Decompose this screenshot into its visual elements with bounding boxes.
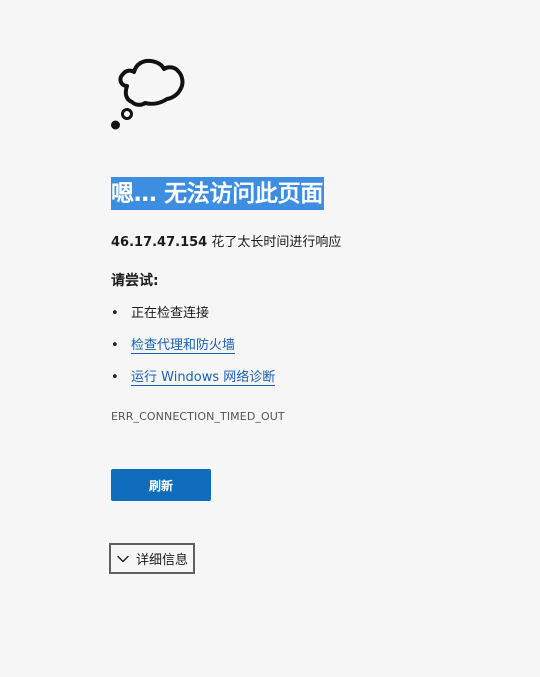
check-proxy-firewall-link[interactable]: 检查代理和防火墙 — [131, 338, 236, 354]
try-heading: 请尝试: — [111, 273, 159, 289]
chevron-down-icon — [117, 555, 129, 562]
error-code: ERR_CONNECTION_TIMED_OUT — [111, 410, 285, 423]
suggestion-network-diagnostics: • 运行 Windows 网络诊断 — [111, 368, 276, 400]
refresh-button[interactable]: 刷新 — [111, 469, 211, 501]
thought-cloud-icon — [111, 58, 185, 130]
suggestion-label: 正在检查连接 — [131, 306, 210, 321]
bullet-marker: • — [111, 306, 119, 321]
host-address: 46.17.47.154 — [111, 235, 208, 250]
network-diagnostics-link[interactable]: 运行 Windows 网络诊断 — [131, 370, 276, 386]
suggestion-list: • 正在检查连接 • 检查代理和防火墙 • 运行 Windows 网络诊断 — [111, 304, 276, 400]
suggestion-check-proxy-firewall: • 检查代理和防火墙 — [111, 336, 275, 368]
summary-text: 花了太长时间进行响应 — [207, 235, 342, 250]
bullet-marker: • — [111, 338, 119, 353]
suggestion-check-connection: • 正在检查连接 — [111, 304, 275, 336]
connection-summary: 46.17.47.154 花了太长时间进行响应 — [111, 233, 341, 253]
page-title: 嗯… 无法访问此页面 — [111, 177, 325, 210]
details-label: 详细信息 — [136, 553, 189, 568]
bullet-marker: • — [111, 370, 119, 385]
details-toggle-button[interactable]: 详细信息 — [109, 543, 196, 574]
